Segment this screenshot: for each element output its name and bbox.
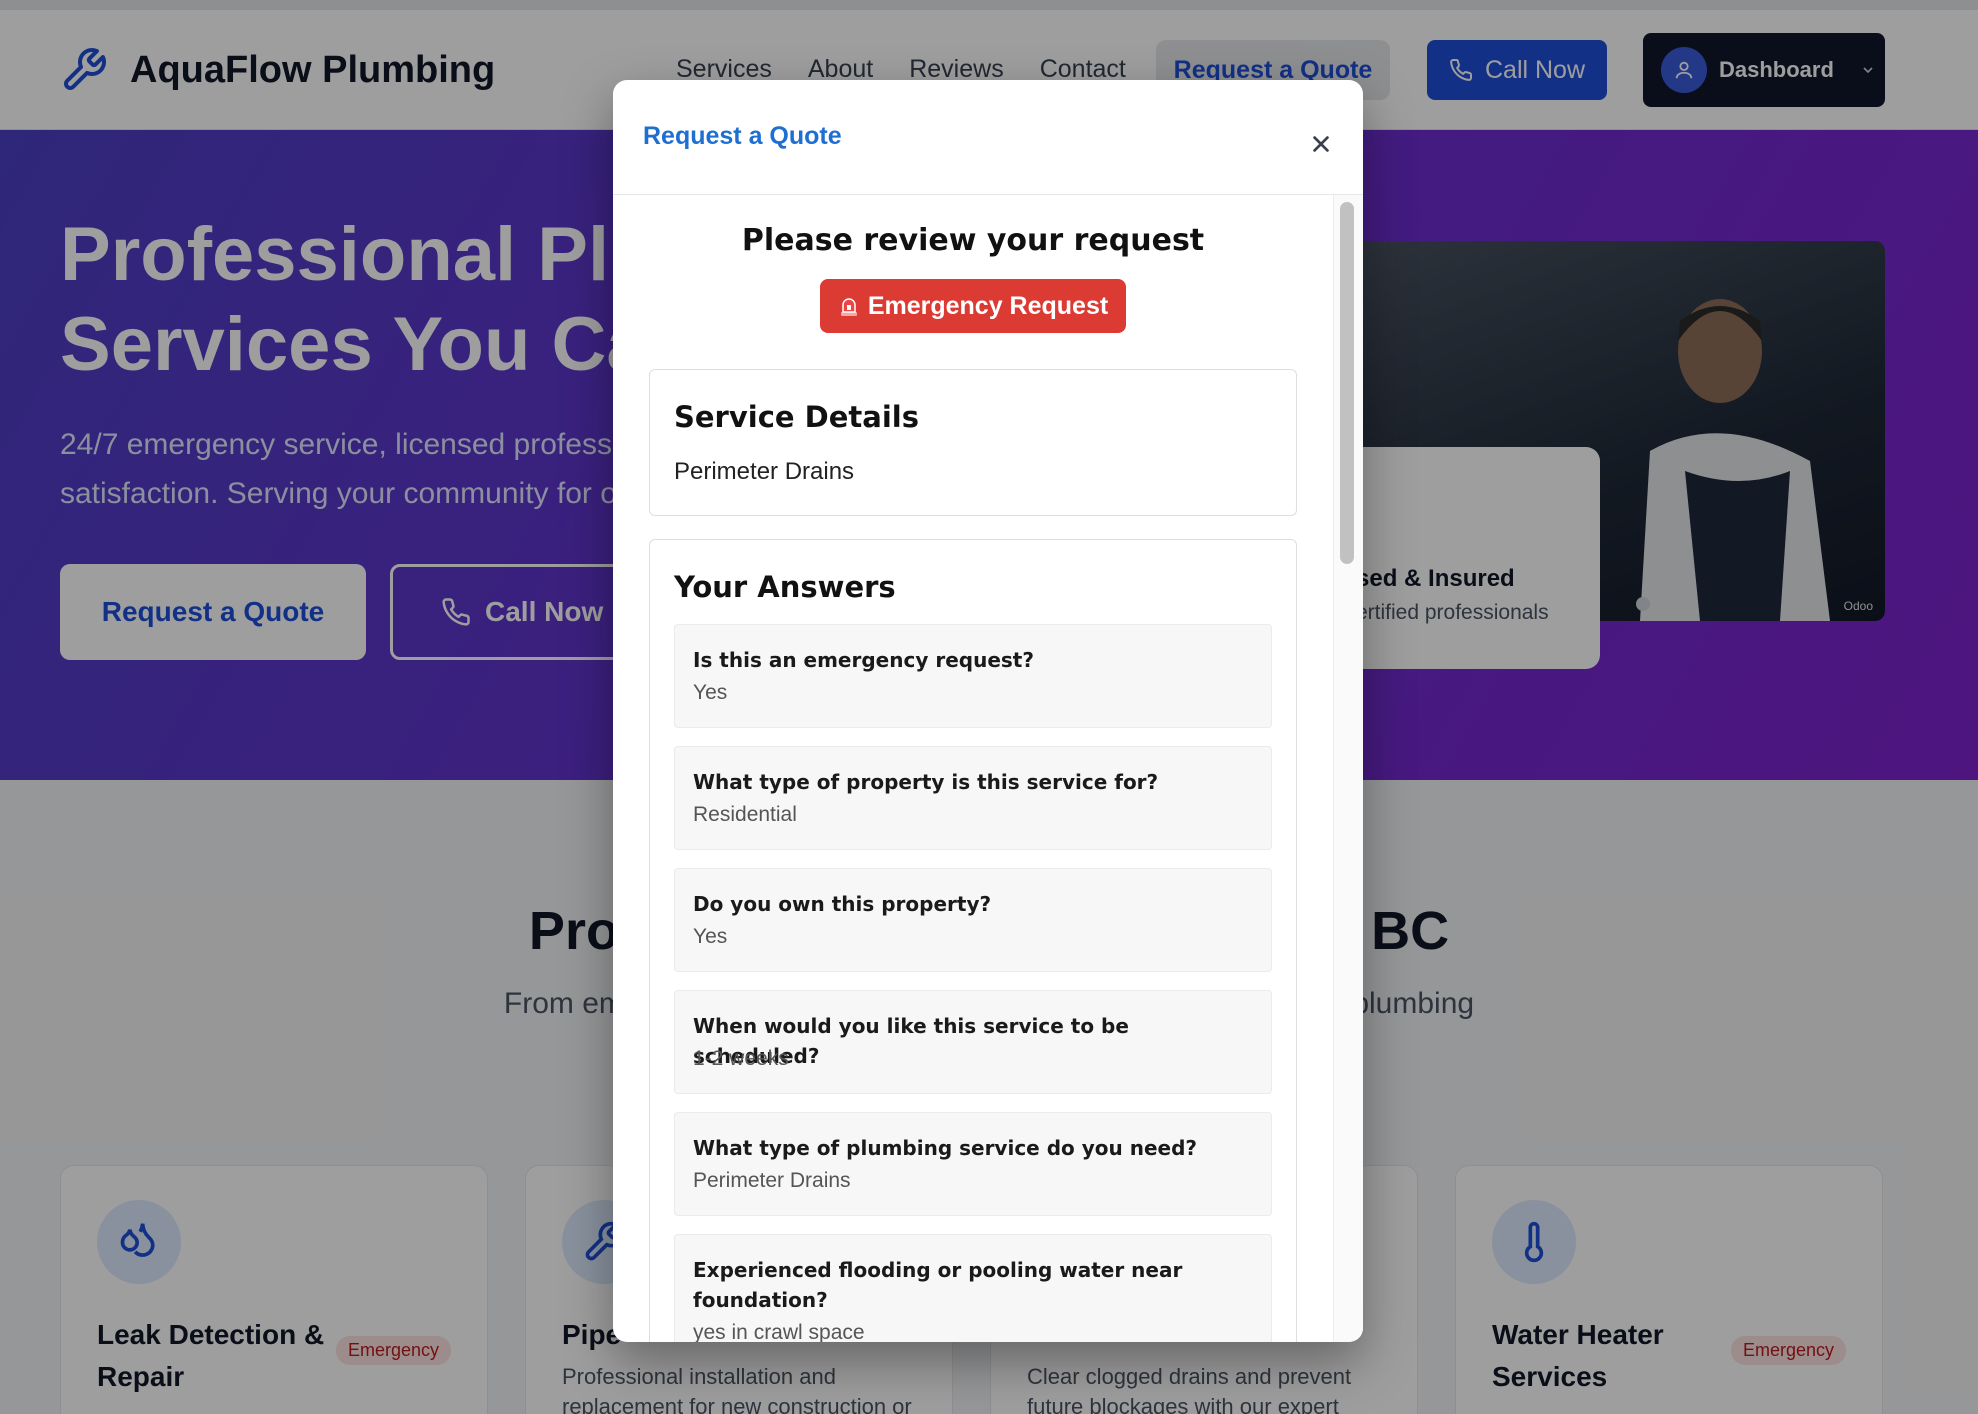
emergency-request-label: Emergency Request: [867, 291, 1109, 320]
emergency-request-badge: Emergency Request: [820, 279, 1126, 333]
answer-question: Is this an emergency request?: [693, 648, 1034, 672]
service-details-box: Service Details Perimeter Drains: [649, 369, 1297, 516]
answer-item: Experienced flooding or pooling water ne…: [674, 1234, 1272, 1342]
answer-item: Is this an emergency request? Yes: [674, 624, 1272, 728]
answer-value: Yes: [693, 681, 728, 704]
answer-question: Do you own this property?: [693, 892, 992, 916]
answer-value: Yes: [693, 925, 728, 948]
service-details-value: Perimeter Drains: [674, 458, 855, 485]
answer-question: Experienced flooding or pooling water ne…: [693, 1258, 1183, 1312]
answer-item: What type of property is this service fo…: [674, 746, 1272, 850]
siren-icon: [840, 298, 857, 316]
service-details-heading: Service Details: [674, 400, 919, 434]
close-button[interactable]: [1301, 124, 1341, 164]
answer-value: Residential: [693, 803, 797, 826]
close-icon: [1313, 136, 1329, 152]
answer-item: Do you own this property? Yes: [674, 868, 1272, 972]
quote-modal: Request a Quote Please review your reque…: [613, 80, 1363, 1342]
answer-question: What type of plumbing service do you nee…: [693, 1136, 1197, 1160]
answers-box: Your Answers Is this an emergency reques…: [649, 539, 1297, 1342]
modal-header: Request a Quote: [613, 80, 1363, 195]
answer-value: yes in crawl space: [693, 1321, 865, 1342]
answer-value: Perimeter Drains: [693, 1169, 851, 1192]
answer-value: 1-2 weeks: [693, 1047, 789, 1070]
answer-question: What type of property is this service fo…: [693, 770, 1159, 794]
modal-scrollbar-thumb[interactable]: [1340, 202, 1354, 564]
review-heading: Please review your request: [741, 223, 1205, 258]
answer-item: When would you like this service to be s…: [674, 990, 1272, 1094]
answers-heading: Your Answers: [674, 570, 896, 604]
modal-title: Request a Quote: [643, 122, 842, 150]
answer-item: What type of plumbing service do you nee…: [674, 1112, 1272, 1216]
